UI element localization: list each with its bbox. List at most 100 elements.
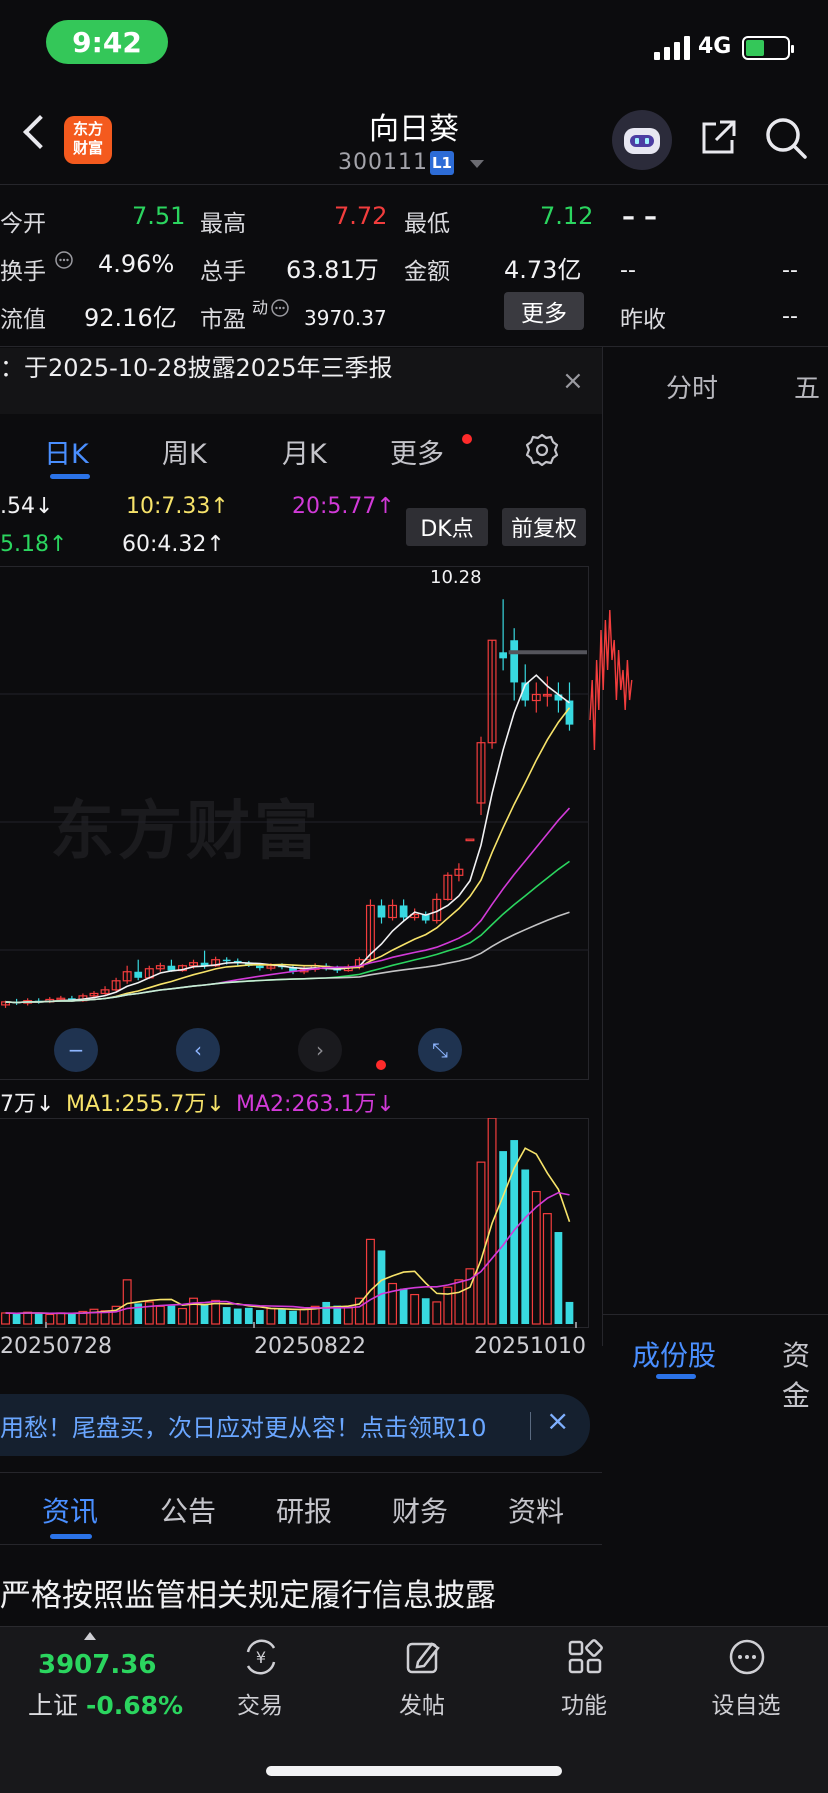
tab-day-k[interactable]: 日K	[44, 432, 89, 471]
volume-bar	[554, 1232, 563, 1324]
volume-bar	[255, 1310, 264, 1324]
index-name-row[interactable]: 上证 -0.68%	[28, 1686, 183, 1722]
network-label: 4G	[698, 34, 732, 59]
volume-bar	[354, 1297, 364, 1325]
level-badge[interactable]: L1	[430, 151, 454, 175]
zoom-out-icon[interactable]: −	[54, 1028, 98, 1072]
adjust-button[interactable]: 前复权	[502, 508, 586, 546]
high-value: 7.72	[334, 202, 388, 230]
search-icon[interactable]	[764, 116, 808, 160]
close-icon[interactable]: ×	[546, 1404, 569, 1437]
volume-bar	[289, 1310, 297, 1324]
news-headline[interactable]: 严格按照监管相关规定履行信息披露	[0, 1570, 496, 1615]
volume-bar	[167, 1305, 176, 1324]
volume-bar	[23, 1311, 33, 1325]
nav-watchlist[interactable]: 设自选	[686, 1686, 806, 1720]
volume-bar	[278, 1309, 286, 1324]
volume-bar	[443, 1286, 453, 1325]
volume-bar	[454, 1279, 464, 1325]
volume-chart[interactable]	[0, 1118, 589, 1328]
news-divider	[0, 1472, 602, 1473]
nav-post[interactable]: 发帖	[362, 1686, 482, 1720]
volume-bar	[542, 1213, 552, 1325]
expand-icon[interactable]: ⤡	[418, 1028, 462, 1072]
trade-icon[interactable]: ¥	[240, 1636, 282, 1678]
chevron-left-icon[interactable]: ‹	[176, 1028, 220, 1072]
tab-week-k[interactable]: 周K	[162, 432, 207, 471]
tab-research[interactable]: 研报	[276, 1490, 332, 1530]
pe-label: 市盈	[200, 307, 246, 333]
back-icon[interactable]	[23, 115, 57, 149]
promo-text[interactable]: 用愁！尾盘买，次日应对更从容！点击领取10	[0, 1408, 487, 1443]
volume-bar	[521, 1169, 530, 1324]
volume-label: 总手	[200, 259, 246, 285]
post-icon[interactable]	[402, 1636, 444, 1678]
tab-news[interactable]: 资讯	[42, 1490, 98, 1530]
notification-dot	[462, 434, 472, 444]
volume-bar	[487, 1118, 497, 1325]
candle-body	[399, 905, 408, 918]
notice-text[interactable]: ：于2025-10-28披露2025年三季报	[0, 348, 393, 383]
event-dot[interactable]	[376, 1060, 386, 1070]
more-icon[interactable]	[726, 1636, 768, 1678]
candle-body	[499, 652, 507, 659]
volume-value: 63.81万	[286, 256, 379, 284]
volume-bar	[56, 1312, 66, 1325]
tab-components[interactable]: 成份股	[632, 1334, 716, 1374]
tab-month-k[interactable]: 月K	[282, 432, 327, 471]
candle-body	[465, 838, 475, 842]
index-change: -0.68%	[85, 1691, 184, 1720]
info-icon[interactable]	[270, 298, 290, 318]
volume-bar	[299, 1308, 309, 1325]
tab-time-share[interactable]: 分时	[666, 368, 718, 405]
header-divider	[0, 184, 828, 185]
tab-profile[interactable]: 资料	[508, 1490, 564, 1530]
share-icon[interactable]	[698, 118, 738, 158]
chevron-right-icon[interactable]: ›	[298, 1028, 342, 1072]
candle-body	[134, 971, 143, 978]
nav-functions[interactable]: 功能	[524, 1686, 644, 1720]
volume-bar	[476, 1161, 486, 1325]
volume-bar	[399, 1288, 408, 1324]
volume-bar	[177, 1307, 187, 1325]
pe-sup: 动	[252, 298, 269, 317]
mktcap-value: 92.16亿	[84, 304, 177, 332]
volume-bar	[122, 1279, 132, 1325]
volume-bar	[244, 1307, 253, 1324]
news-tabs-divider	[0, 1544, 602, 1545]
tab-underline	[656, 1374, 696, 1379]
promo-separator	[530, 1412, 531, 1440]
volume-bar	[343, 1307, 353, 1325]
amount-value: 4.73亿	[504, 256, 582, 284]
assistant-robot-icon[interactable]	[612, 110, 672, 170]
side-placeholder: – –	[622, 202, 658, 232]
stock-name: 向日葵	[369, 112, 459, 147]
date-label-end: 20251010	[474, 1334, 586, 1359]
functions-icon[interactable]	[564, 1636, 606, 1678]
home-indicator	[266, 1766, 562, 1776]
chevron-down-icon[interactable]	[470, 160, 484, 168]
tab-underline	[50, 474, 90, 479]
tab-five[interactable]: 五	[794, 368, 820, 405]
kline-chart[interactable]	[0, 566, 589, 1080]
tab-finance[interactable]: 财务	[392, 1490, 448, 1530]
max-price-label: 10.28	[430, 567, 482, 588]
open-label: 今开	[0, 211, 46, 237]
dk-point-button[interactable]: DK点	[406, 508, 488, 546]
battery-icon	[742, 36, 794, 60]
ma10-value: 10:7.33↑	[126, 494, 229, 519]
tab-funds[interactable]: 资金	[782, 1334, 828, 1414]
turnover-value: 4.96%	[98, 250, 175, 278]
nav-trade[interactable]: 交易	[200, 1686, 320, 1720]
info-icon[interactable]	[54, 250, 74, 270]
volume-bar	[421, 1298, 430, 1324]
more-button[interactable]: 更多	[504, 292, 584, 330]
volume-bar	[499, 1151, 507, 1324]
index-value[interactable]: 3907.36	[38, 1650, 156, 1680]
tab-announcement[interactable]: 公告	[160, 1490, 216, 1530]
tab-more[interactable]: 更多	[390, 432, 444, 471]
mktcap-label: 流值	[0, 307, 46, 333]
gear-icon[interactable]	[524, 432, 560, 468]
low-value: 7.12	[540, 202, 594, 230]
close-icon[interactable]: ×	[562, 366, 584, 396]
